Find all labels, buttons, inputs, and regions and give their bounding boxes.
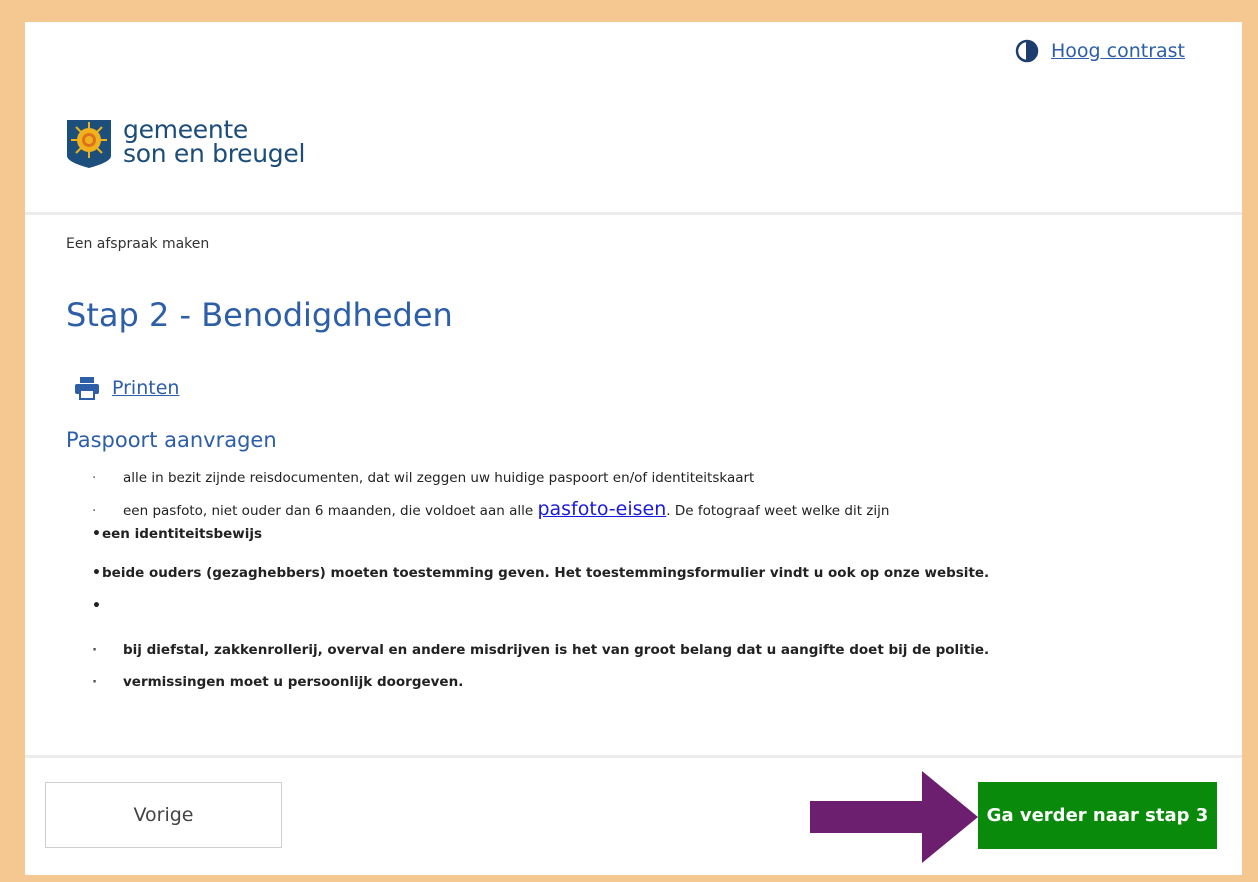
logo[interactable]: gemeente son en breugel: [65, 117, 306, 170]
logo-line-2: son en breugel: [123, 139, 306, 168]
list-item-text: bij diefstal, zakkenrollerij, overval en…: [123, 642, 990, 658]
breadcrumb: Een afspraak maken: [66, 236, 210, 252]
list-marker: ·: [92, 503, 97, 519]
list-marker: ·: [92, 470, 97, 486]
contrast-icon: [1015, 39, 1039, 63]
high-contrast-link[interactable]: Hoog contrast: [1051, 40, 1185, 62]
list-item: · vermissingen moet u persoonlijk doorgev…: [66, 674, 463, 690]
list-item-text: een pasfoto, niet ouder dan 6 maanden, d…: [123, 503, 538, 519]
list-item-text: vermissingen moet u persoonlijk doorgeve…: [123, 674, 464, 690]
page-frame: Hoog contrast gemeente son en breugel Ee…: [25, 22, 1242, 875]
list-item-text: alle in bezit zijnde reisdocumenten, dat…: [123, 470, 755, 486]
print-link[interactable]: Printen: [112, 377, 179, 399]
list-marker: •: [92, 526, 101, 542]
list-item: · bij diefstal, zakkenrollerij, overval e…: [66, 642, 989, 658]
annotation-arrow-icon: [810, 771, 978, 863]
previous-button[interactable]: Vorige: [45, 782, 282, 848]
page-title: Stap 2 - Benodigdheden: [66, 296, 453, 334]
print-action[interactable]: Printen: [74, 376, 179, 400]
section-title: Paspoort aanvragen: [66, 428, 277, 452]
list-item: •: [66, 598, 102, 614]
high-contrast-toggle[interactable]: Hoog contrast: [1015, 39, 1185, 63]
list-item: · alle in bezit zijnde reisdocumenten, da…: [66, 470, 754, 486]
list-item: •een identiteitsbewijs: [66, 526, 262, 542]
list-item-text: een identiteitsbewijs: [102, 526, 263, 542]
list-marker: •: [92, 598, 101, 614]
list-marker: ·: [92, 642, 98, 658]
next-step-button[interactable]: Ga verder naar stap 3: [978, 782, 1217, 849]
list-item-text: beide ouders (gezaghebbers) moeten toest…: [102, 565, 990, 581]
printer-icon: [75, 377, 99, 400]
pasfoto-eisen-link[interactable]: pasfoto-eisen: [537, 498, 666, 520]
logo-text: gemeente son en breugel: [123, 117, 306, 168]
site-header: Hoog contrast gemeente son en breugel: [25, 22, 1242, 215]
list-marker: •: [92, 565, 101, 581]
list-item: •beide ouders (gezaghebbers) moeten toes…: [66, 565, 989, 581]
list-marker: ·: [92, 674, 98, 690]
list-item: · een pasfoto, niet ouder dan 6 maanden, …: [66, 498, 889, 520]
list-item-text: . De fotograaf weet welke dit zijn: [666, 503, 890, 519]
municipality-crest-icon: [67, 120, 111, 168]
step-navigation: Vorige Ga verder naar stap 3: [25, 755, 1242, 878]
